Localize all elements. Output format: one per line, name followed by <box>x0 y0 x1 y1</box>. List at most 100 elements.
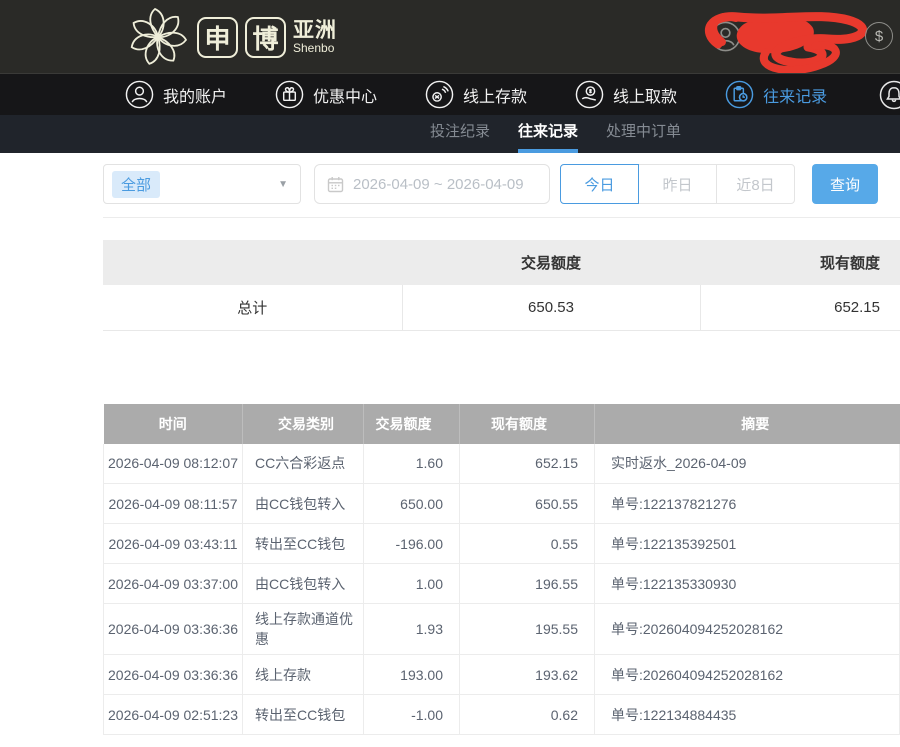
nav-label: 优惠中心 <box>313 83 377 107</box>
table-row: 2026-04-09 08:11:57由CC钱包转入650.00650.55单号… <box>104 484 900 524</box>
logo-subtitle: Shenbo <box>293 42 337 55</box>
logo-char-shen: 申 <box>197 17 238 58</box>
last-8-days-button[interactable]: 近8日 <box>716 164 795 204</box>
cell-type: 由CC钱包转入 <box>243 484 364 524</box>
cell-time: 2026-04-09 03:36:36 <box>104 655 243 695</box>
nav-item-online-withdraw[interactable]: 线上取款 <box>575 80 677 109</box>
summary-header-current-amount: 现有额度 <box>700 240 900 285</box>
table-row: 2026-04-09 03:37:00由CC钱包转入1.00196.55单号:1… <box>104 564 900 604</box>
cell-summary: 实时返水_2026-04-09 <box>595 444 900 484</box>
calendar-icon <box>327 176 344 193</box>
cell-amount: 1.00 <box>364 564 460 604</box>
chevron-down-icon: ▼ <box>278 179 288 190</box>
cell-amount: 650.00 <box>364 484 460 524</box>
cell-balance: 195.55 <box>460 604 595 655</box>
nav-item-promotions[interactable]: 优惠中心 <box>275 80 377 109</box>
content-area: 全部 ▼ 2026-04-09 ~ 2026-04-09 今日 昨日 近8日 查… <box>0 164 900 735</box>
cell-amount: -196.00 <box>364 524 460 564</box>
currency-dollar-icon[interactable]: $ <box>865 22 893 50</box>
deposit-icon <box>425 80 454 109</box>
type-dropdown[interactable]: 全部 ▼ <box>103 164 301 204</box>
yesterday-button[interactable]: 昨日 <box>638 164 717 204</box>
summary-table: 交易额度 现有额度 总计 650.53 652.15 <box>103 240 900 331</box>
tab-pending-orders[interactable]: 处理中订单 <box>606 115 681 153</box>
sub-nav: 投注纪录 往来记录 处理中订单 <box>0 115 900 153</box>
cell-amount: -1.00 <box>364 695 460 735</box>
cell-summary: 单号:122137821276 <box>595 484 900 524</box>
cell-balance: 650.55 <box>460 484 595 524</box>
summary-header-blank <box>103 240 402 285</box>
table-row: 2026-04-09 02:51:23转出至CC钱包-1.000.62单号:12… <box>104 695 900 735</box>
summary-trade-amount: 650.53 <box>402 285 700 330</box>
cell-time: 2026-04-09 03:43:11 <box>104 524 243 564</box>
flower-logo-icon <box>126 5 190 69</box>
filter-row: 全部 ▼ 2026-04-09 ~ 2026-04-09 今日 昨日 近8日 查… <box>103 164 900 204</box>
nav-item-online-deposit[interactable]: 线上存款 <box>425 80 527 109</box>
cell-type: 线上存款通道优惠 <box>243 604 364 655</box>
cell-time: 2026-04-09 03:36:36 <box>104 604 243 655</box>
cell-time: 2026-04-09 08:12:07 <box>104 444 243 484</box>
nav-label: 线上存款 <box>463 83 527 107</box>
logo-char-bo: 博 <box>245 17 286 58</box>
search-button[interactable]: 查询 <box>812 164 878 204</box>
table-row: 2026-04-09 03:36:36线上存款通道优惠1.93195.55单号:… <box>104 604 900 655</box>
col-header-time: 时间 <box>104 404 243 444</box>
cell-type: CC六合彩返点 <box>243 444 364 484</box>
col-header-summary: 摘要 <box>595 404 900 444</box>
table-row: 2026-04-09 03:36:36线上存款193.00193.62单号:20… <box>104 655 900 695</box>
table-row: 2026-04-09 08:12:07CC六合彩返点1.60652.15实时返水… <box>104 444 900 484</box>
nav-label: 线上取款 <box>613 83 677 107</box>
type-dropdown-value: 全部 <box>112 171 160 198</box>
cell-summary: 单号:122135330930 <box>595 564 900 604</box>
cell-amount: 1.93 <box>364 604 460 655</box>
nav-label: 我的账户 <box>163 83 227 107</box>
cell-type: 由CC钱包转入 <box>243 564 364 604</box>
gift-icon <box>275 80 304 109</box>
cell-balance: 0.62 <box>460 695 595 735</box>
nav-item-my-account[interactable]: 我的账户 <box>125 80 227 109</box>
date-range-value: 2026-04-09 ~ 2026-04-09 <box>353 176 524 193</box>
cell-type: 线上存款 <box>243 655 364 695</box>
cell-type: 转出至CC钱包 <box>243 695 364 735</box>
logo-region-label: 亚洲 <box>293 20 337 42</box>
summary-current-amount: 652.15 <box>700 285 900 330</box>
cell-time: 2026-04-09 08:11:57 <box>104 484 243 524</box>
date-range-input[interactable]: 2026-04-09 ~ 2026-04-09 <box>314 164 550 204</box>
brand-logo[interactable]: 申 博 亚洲 Shenbo <box>126 5 337 69</box>
cell-summary: 单号:122134884435 <box>595 695 900 735</box>
cell-summary: 单号:202604094252028162 <box>595 604 900 655</box>
transactions-body: 2026-04-09 08:12:07CC六合彩返点1.60652.15实时返水… <box>104 444 900 735</box>
nav-label: 往来记录 <box>763 83 827 107</box>
divider <box>103 217 900 218</box>
cell-balance: 0.55 <box>460 524 595 564</box>
summary-total-label: 总计 <box>103 285 402 330</box>
tab-bet-records[interactable]: 投注纪录 <box>430 115 490 153</box>
cell-balance: 193.62 <box>460 655 595 695</box>
cell-summary: 单号:202604094252028162 <box>595 655 900 695</box>
today-button[interactable]: 今日 <box>560 164 639 204</box>
currency-symbol: $ <box>875 28 883 45</box>
bell-icon[interactable] <box>879 80 900 110</box>
cell-time: 2026-04-09 03:37:00 <box>104 564 243 604</box>
table-row: 2026-04-09 03:43:11转出至CC钱包-196.000.55单号:… <box>104 524 900 564</box>
tab-transaction-records[interactable]: 往来记录 <box>518 115 578 153</box>
col-header-amount: 交易额度 <box>364 404 460 444</box>
summary-row: 总计 650.53 652.15 <box>103 285 900 330</box>
records-icon <box>725 80 754 109</box>
redaction-scribble <box>696 2 878 74</box>
quick-date-button-group: 今日 昨日 近8日 <box>560 164 795 204</box>
nav-item-transaction-records[interactable]: 往来记录 <box>725 80 827 109</box>
cell-summary: 单号:122135392501 <box>595 524 900 564</box>
summary-header-trade-amount: 交易额度 <box>402 240 700 285</box>
transactions-table: 时间 交易类别 交易额度 现有额度 摘要 2026-04-09 08:12:07… <box>103 404 900 736</box>
cell-amount: 1.60 <box>364 444 460 484</box>
top-header: 申 博 亚洲 Shenbo $ <box>0 0 900 73</box>
cell-time: 2026-04-09 02:51:23 <box>104 695 243 735</box>
cell-type: 转出至CC钱包 <box>243 524 364 564</box>
cell-balance: 652.15 <box>460 444 595 484</box>
col-header-balance: 现有额度 <box>460 404 595 444</box>
cell-amount: 193.00 <box>364 655 460 695</box>
main-nav: 我的账户 优惠中心 线上存款 线上取款 <box>0 73 900 115</box>
withdraw-icon <box>575 80 604 109</box>
user-icon <box>125 80 154 109</box>
